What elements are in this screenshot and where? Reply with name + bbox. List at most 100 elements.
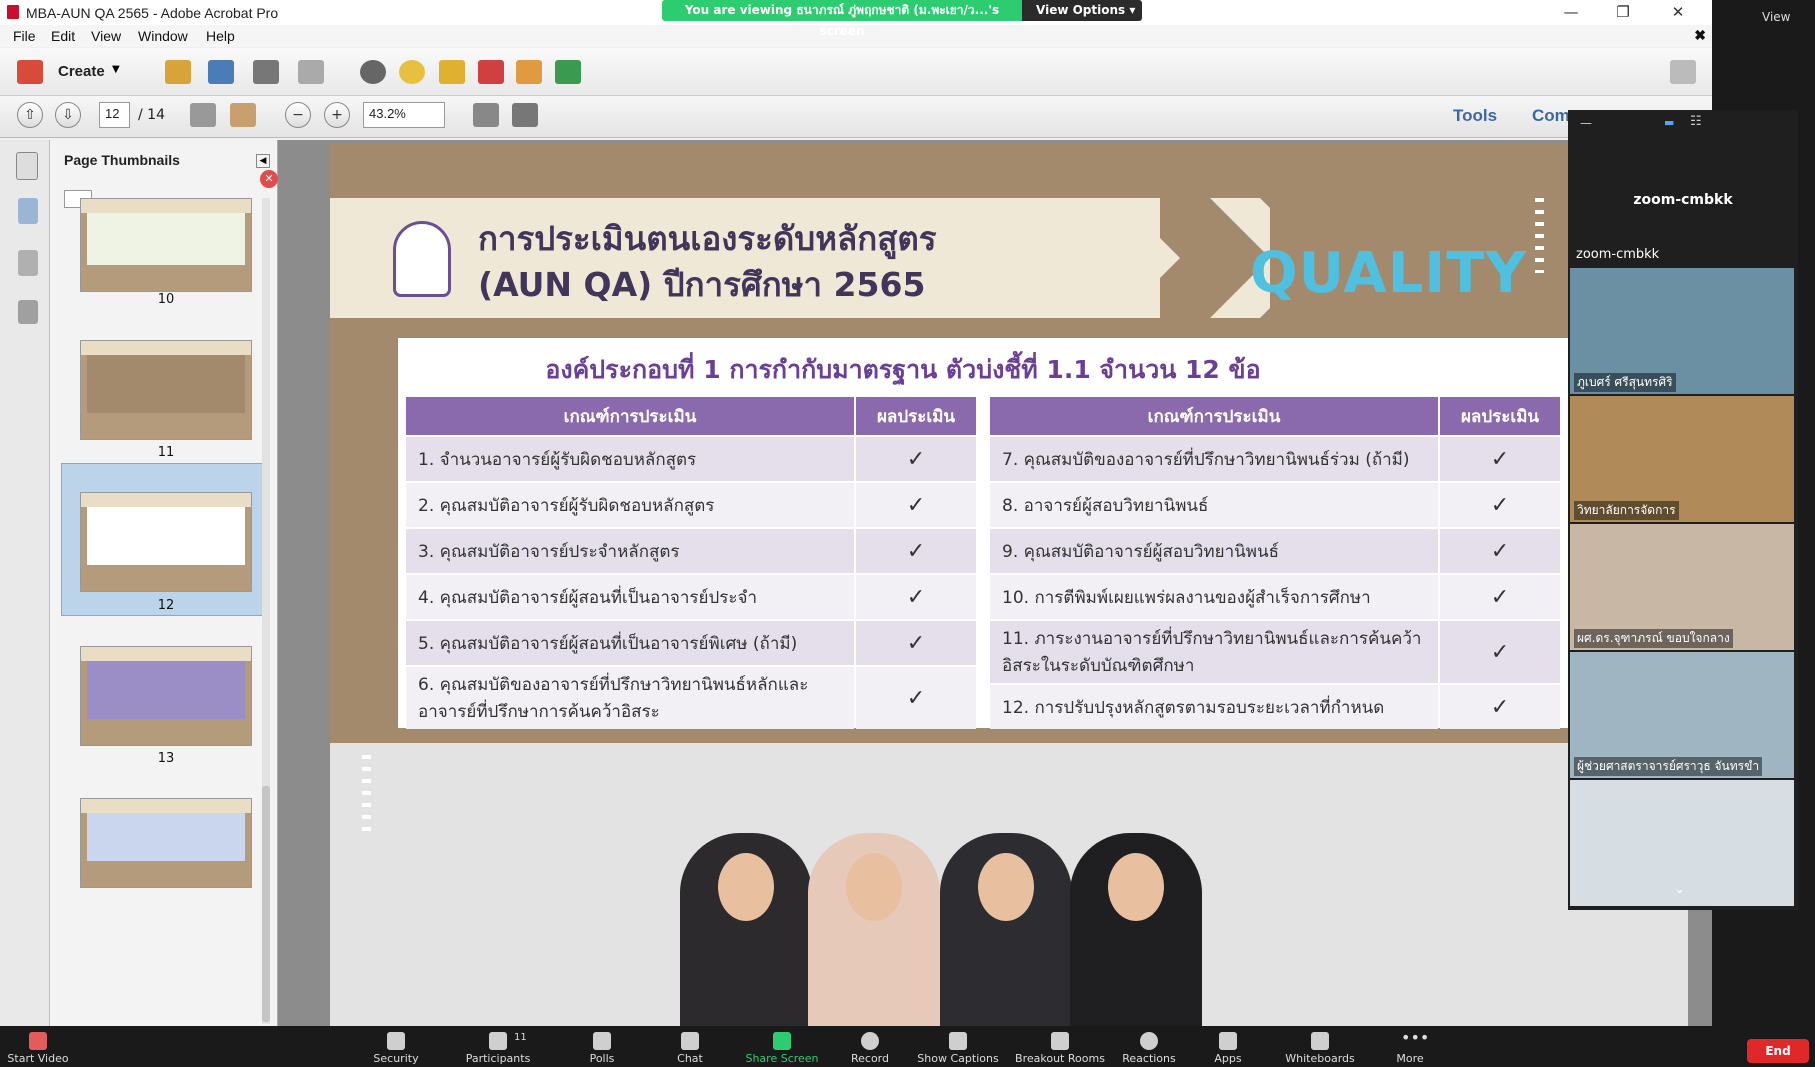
control-label: Show Captions [917, 1052, 999, 1065]
share-screen-icon [773, 1032, 791, 1050]
redact-icon[interactable] [478, 60, 504, 84]
minimize-icon[interactable]: — [1548, 0, 1594, 25]
reactions-icon [1140, 1032, 1158, 1050]
view-options-label: View Options [1036, 3, 1126, 17]
record-button[interactable]: Record [840, 1026, 900, 1067]
menu-help[interactable]: Help [206, 28, 235, 44]
expand-icon[interactable] [1670, 60, 1696, 84]
view-button[interactable]: View [1762, 10, 1790, 24]
end-meeting-button[interactable]: End [1747, 1039, 1809, 1063]
zoom-out-icon[interactable]: − [285, 102, 311, 128]
chat-button[interactable]: Chat [660, 1026, 720, 1067]
comment-pane-button[interactable]: Com [1532, 106, 1570, 126]
zoom-level-select[interactable]: 43.2% [363, 102, 445, 128]
decorative-dots [362, 755, 371, 835]
presenter-photo [940, 833, 1072, 1026]
criteria-item: 11. ภาระงานอาจารย์ที่ปรึกษาวิทยานิพนธ์แล… [990, 621, 1438, 683]
open-folder-icon[interactable] [165, 60, 191, 84]
next-page-icon[interactable]: ⇩ [55, 102, 81, 128]
more-button[interactable]: ••• More [1380, 1026, 1440, 1067]
attachment-icon[interactable] [18, 250, 38, 276]
window-title: MBA-AUN QA 2565 - Adobe Acrobat Pro [26, 5, 279, 21]
apps-button[interactable]: Apps [1200, 1026, 1256, 1067]
polls-icon [593, 1032, 611, 1050]
comment-icon[interactable] [399, 60, 425, 84]
thumbnail-page-12[interactable] [80, 492, 252, 592]
page-total: / 14 [138, 107, 165, 123]
page-number-input[interactable]: 12 [99, 102, 130, 128]
speaker-view-icon[interactable]: ▬ [1664, 116, 1674, 129]
criteria-item: 1. จำนวนอาจารย์ผู้รับผิดชอบหลักสูตร [406, 437, 854, 481]
check-icon: ✓ [1440, 437, 1560, 481]
presenter-photo [680, 833, 812, 1026]
menu-view[interactable]: View [91, 28, 121, 44]
control-label: Security [373, 1052, 419, 1065]
menu-window[interactable]: Window [138, 28, 188, 44]
highlight-icon[interactable] [439, 60, 465, 84]
navigation-rail [0, 140, 50, 1026]
hand-tool-icon[interactable] [230, 103, 256, 127]
participants-count: 11 [514, 1032, 527, 1043]
criteria-item: 3. คุณสมบัติอาจารย์ประจำหลักสูตร [406, 529, 854, 573]
print-icon[interactable] [253, 60, 279, 84]
criteria-card: องค์ประกอบที่ 1 การกำกับมาตรฐาน ตัวบ่งชี… [398, 338, 1688, 729]
thumbnail-scrollbar-thumb[interactable] [262, 786, 270, 1022]
collapse-panel-icon[interactable]: ◀ [256, 154, 270, 168]
cc-icon [949, 1032, 967, 1050]
main-toolbar: Create ▼ [0, 48, 1712, 96]
page-thumbnails-icon[interactable] [16, 152, 38, 180]
polls-button[interactable]: Polls [572, 1026, 632, 1067]
breakout-rooms-button[interactable]: Breakout Rooms [1010, 1026, 1110, 1067]
criteria-item: 8. อาจารย์ผู้สอบวิทยานิพนธ์ [990, 483, 1438, 527]
minimize-gallery-icon[interactable]: — [1580, 116, 1592, 130]
chevron-down-icon[interactable]: ⌄ [1674, 882, 1685, 897]
show-captions-button[interactable]: Show Captions [912, 1026, 1004, 1067]
signature-icon[interactable] [18, 300, 38, 324]
criteria-item: 5. คุณสมบัติอาจารย์ผู้สอนที่เป็นอาจารย์พ… [406, 621, 854, 665]
view-options-button[interactable]: View Options ▾ [1022, 0, 1142, 21]
select-cursor-icon[interactable] [190, 103, 216, 127]
save-icon[interactable] [208, 60, 234, 84]
criteria-item: 2. คุณสมบัติอาจารย์ผู้รับผิดชอบหลักสูตร [406, 483, 854, 527]
criteria-item: 9. คุณสมบัติอาจารย์ผู้สอบวิทยานิพนธ์ [990, 529, 1438, 573]
share-screen-button[interactable]: Share Screen [740, 1026, 824, 1067]
delete-page-icon[interactable]: ✕ [260, 170, 278, 188]
gallery-view-icon[interactable]: ☷ [1690, 114, 1702, 129]
gear-icon[interactable] [360, 60, 386, 84]
close-icon[interactable]: ✕ [1655, 0, 1701, 25]
participant-tile[interactable]: ผศ.ดร.จุฑาภรณ์ ขอบใจกลาง [1570, 524, 1794, 650]
thumbnail-page-11[interactable] [80, 340, 252, 440]
fit-page-icon[interactable] [512, 103, 538, 127]
menu-file[interactable]: File [13, 28, 36, 44]
bookmark-icon[interactable] [18, 198, 38, 224]
control-label: Whiteboards [1285, 1052, 1355, 1065]
export-icon[interactable] [516, 60, 542, 84]
check-icon: ✓ [1440, 575, 1560, 619]
menu-edit[interactable]: Edit [51, 28, 75, 44]
previous-page-icon[interactable]: ⇧ [17, 102, 43, 128]
security-button[interactable]: Security [356, 1026, 436, 1067]
start-video-button[interactable]: Start Video [0, 1026, 76, 1067]
thumbnail-page-10[interactable] [80, 198, 252, 292]
fit-width-icon[interactable] [473, 103, 499, 127]
chevron-down-icon[interactable]: ▼ [112, 64, 120, 75]
thumbnail-page-13[interactable] [80, 646, 252, 746]
reactions-button[interactable]: Reactions [1112, 1026, 1186, 1067]
control-label: Apps [1214, 1052, 1242, 1065]
restore-icon[interactable]: ❐ [1600, 0, 1646, 25]
participant-tile[interactable]: ผู้ช่วยศาสตราจารย์ศราวุธ จันทรขำ [1570, 652, 1794, 778]
pdf-app-icon [7, 5, 19, 19]
tools-pane-button[interactable]: Tools [1453, 106, 1497, 126]
page-thumbnails-panel: Page Thumbnails ◀ ✕ 10 11 12 13 [50, 140, 278, 1026]
sign-icon[interactable] [555, 60, 581, 84]
email-icon[interactable] [298, 60, 324, 84]
participant-tile[interactable]: ภูเบศร์ ศรีสุนทรศิริ [1570, 268, 1794, 394]
control-label: Share Screen [745, 1052, 819, 1065]
participant-name: ผู้ช่วยศาสตราจารย์ศราวุธ จันทรขำ [1574, 757, 1763, 776]
thumbnail-page-14[interactable] [80, 798, 252, 888]
participant-tile[interactable]: วิทยาลัยการจัดการ [1570, 396, 1794, 522]
zoom-in-icon[interactable]: + [324, 102, 350, 128]
close-document-icon[interactable]: ✖ [1694, 27, 1706, 44]
create-button[interactable]: Create [58, 63, 105, 80]
whiteboards-button[interactable]: Whiteboards [1274, 1026, 1366, 1067]
